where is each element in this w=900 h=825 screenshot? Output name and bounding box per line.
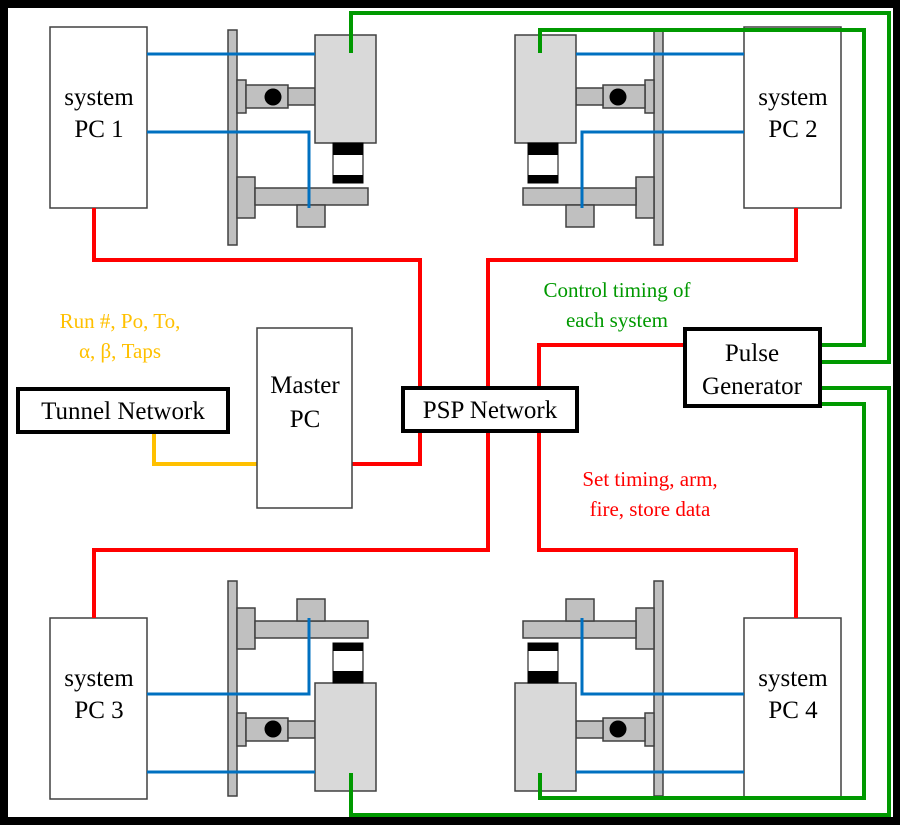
system-pc-1-line2: PC 1 xyxy=(74,116,123,143)
system-pc-1-line1: system xyxy=(64,84,134,111)
pulse-generator: Pulse Generator xyxy=(683,327,822,408)
psp-system-diagram: system PC 1 system PC 2 system PC 3 syst… xyxy=(0,0,900,825)
psp-control-line2: fire, store data xyxy=(590,497,711,521)
system-pc-3-line2: PC 3 xyxy=(74,697,123,724)
system-pc-3-line1: system xyxy=(64,665,134,692)
tunnel-network: Tunnel Network xyxy=(16,387,230,434)
system-pc-2-line1: system xyxy=(758,84,828,111)
psp-control-line1: Set timing, arm, xyxy=(582,467,717,491)
system-pc-4-line2: PC 4 xyxy=(768,697,818,724)
tunnel-params-line2: α, β, Taps xyxy=(79,339,161,363)
psp-network: PSP Network xyxy=(401,386,579,433)
master-pc: Master PC xyxy=(256,327,353,509)
pulse-generator-line1: Pulse xyxy=(725,340,779,367)
pulse-generator-line2: Generator xyxy=(702,373,803,400)
pulse-control-line2: each system xyxy=(566,308,668,332)
tunnel-network-label: Tunnel Network xyxy=(41,398,205,425)
master-pc-line1: Master xyxy=(270,372,340,399)
pulse-control-line1: Control timing of xyxy=(544,278,691,302)
system-pc-2-line2: PC 2 xyxy=(768,116,817,143)
tunnel-params-line1: Run #, Po, To, xyxy=(60,309,181,333)
system-pc-4-line1: system xyxy=(758,665,828,692)
psp-network-label: PSP Network xyxy=(423,397,558,424)
master-pc-line2: PC xyxy=(290,406,321,433)
